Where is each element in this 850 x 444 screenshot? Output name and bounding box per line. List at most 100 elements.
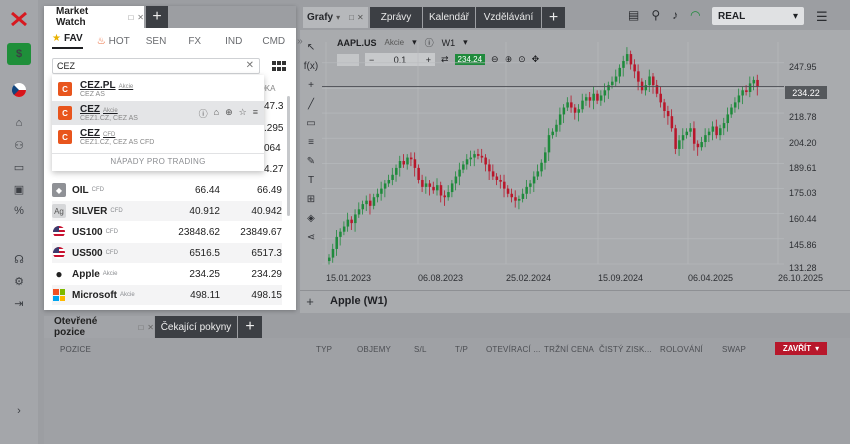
cursor-icon[interactable]: ↖ (307, 42, 315, 53)
ask-price[interactable]: 23849.67 (240, 227, 282, 238)
rectangle-icon[interactable]: ▭ (306, 118, 315, 129)
add-tab-button[interactable]: + (542, 7, 565, 28)
text-icon[interactable]: T (308, 175, 314, 186)
bid-price[interactable]: 40.912 (189, 206, 220, 217)
close-icon[interactable]: ✕ (137, 13, 144, 22)
market-icon[interactable]: ⌂ (214, 107, 219, 120)
czech-flag-icon[interactable] (7, 79, 31, 101)
candle (696, 143, 700, 148)
list-item[interactable]: Microsoft Akcie 498.11 498.15 (52, 285, 282, 305)
more-tabs-icon[interactable]: » (297, 36, 303, 47)
add-chart-button[interactable]: + (300, 294, 320, 309)
close-all-button[interactable]: ZAVŘÍT ▾ (775, 342, 827, 355)
info-icon[interactable]: ⓘ (199, 107, 208, 120)
window-icon[interactable]: □ (138, 323, 143, 332)
news-icon[interactable]: ▣ (7, 178, 31, 200)
add-panel-button[interactable]: + (238, 316, 262, 338)
settings-icon[interactable]: ⚙ (7, 270, 31, 292)
list-item[interactable]: ◆ OIL CFD 66.44 66.49 (52, 180, 282, 200)
hamburger-menu-icon[interactable]: ☰ (816, 9, 828, 25)
trading-ideas-link[interactable]: NÁPADY PRO TRADING (52, 153, 264, 169)
list-item[interactable]: US100 CFD 23848.62 23849.67 (52, 222, 282, 242)
account-select[interactable]: REAL ▾ (712, 7, 804, 25)
tab-open-positions[interactable]: Otevřené pozice □ ✕ (44, 316, 154, 338)
candle (607, 85, 610, 91)
expand-sidebar-icon[interactable]: › (7, 400, 31, 422)
crosshair-icon[interactable]: + (308, 80, 314, 91)
tab-news[interactable]: Zprávy (370, 7, 422, 28)
bid-price[interactable]: 23848.62 (178, 227, 220, 238)
close-icon[interactable]: ✕ (147, 323, 154, 332)
fibonacci-icon[interactable]: ≡ (308, 137, 314, 148)
layout-icon[interactable]: ▤ (628, 8, 639, 22)
price-chart[interactable] (322, 42, 784, 272)
candle (584, 97, 588, 101)
ask-price[interactable]: 6517.3 (251, 248, 282, 259)
tab-cmd[interactable]: CMD (262, 36, 285, 47)
tab-hot[interactable]: ♨ HOT (97, 36, 130, 47)
search-result-item[interactable]: C CEZ Akcie CEZ1.CZ, CEZ AS ⓘ ⌂ ⊕ ☆ ≡ (52, 101, 264, 125)
tab-pending-orders[interactable]: Čekající pokyny (155, 316, 237, 338)
tab-sen[interactable]: SEN (146, 36, 167, 47)
add-tab-button[interactable]: + (146, 6, 168, 28)
search-input[interactable]: CEZ ✕ (52, 58, 260, 74)
chart-toolbar: ↖ f(x) + ╱ ▭ ≡ ✎ T ⊞ ◈ ⋖ (302, 32, 320, 282)
layers-icon[interactable]: ◈ (307, 213, 315, 224)
bid-price[interactable]: 234.25 (189, 269, 220, 280)
ask-price[interactable]: 234.29 (251, 269, 282, 280)
wallet-button[interactable]: $ (7, 43, 31, 65)
share-icon[interactable]: ⋖ (307, 232, 315, 243)
star-icon[interactable]: ☆ (239, 107, 247, 120)
chart-icon[interactable]: ⊕ (225, 107, 233, 120)
window-icon[interactable]: □ (128, 13, 133, 22)
bid-price[interactable]: 6516.5 (189, 248, 220, 259)
tab-calendar[interactable]: Kalendář (423, 7, 475, 28)
ruler-icon[interactable]: ⊞ (307, 194, 315, 205)
headset-icon[interactable]: ☊ (7, 248, 31, 270)
brush-icon[interactable]: ✎ (307, 156, 315, 167)
bell-icon[interactable]: ♪ (672, 8, 678, 22)
percent-icon[interactable]: % (7, 200, 31, 222)
logout-icon[interactable]: ⇥ (7, 292, 31, 314)
ask-price[interactable]: 498.15 (251, 290, 282, 301)
home-icon[interactable]: ⌂ (7, 112, 31, 134)
search-result-item[interactable]: C CEZ.PL Akcie CEZ AS (52, 77, 264, 101)
tools-icon[interactable]: ⚲ (651, 8, 660, 22)
candle (439, 185, 443, 196)
indicator-icon[interactable]: f(x) (304, 61, 318, 72)
search-result-item[interactable]: C CEZ CFD CEZ1.CZ, CEZ AS CFD (52, 125, 264, 149)
tab-ind[interactable]: IND (225, 36, 242, 47)
search-results-dropdown: C CEZ.PL Akcie CEZ AS C CEZ Akcie CEZ1.CZ,… (52, 75, 264, 171)
tab-charts-label: Grafy (307, 12, 334, 23)
tab-fx[interactable]: FX (188, 36, 201, 47)
card-icon[interactable]: ▭ (7, 156, 31, 178)
portfolio-icon[interactable]: ⚇ (7, 134, 31, 156)
list-item[interactable]: Ag SILVER CFD 40.912 40.942 (52, 201, 282, 221)
trendline-icon[interactable]: ╱ (308, 99, 314, 110)
candle (417, 167, 420, 180)
tab-market-watch[interactable]: Market Watch □ ✕ (44, 6, 144, 28)
tab-education[interactable]: Vzdělávání (476, 7, 541, 28)
add-to-list-icon[interactable]: ≡ (253, 107, 258, 120)
tab-fav[interactable]: ★ FAV (52, 33, 83, 49)
close-icon[interactable]: ✕ (357, 13, 364, 22)
chart-footer: + Apple (W1) (300, 290, 850, 311)
list-item[interactable]: US500 CFD 6516.5 6517.3 (52, 243, 282, 263)
candle (350, 219, 353, 224)
dropdown-icon[interactable]: ▾ (336, 13, 340, 22)
scrollbar[interactable] (287, 96, 290, 216)
candle (700, 142, 703, 148)
bid-price[interactable]: 498.11 (190, 290, 220, 301)
grid-view-icon[interactable] (272, 61, 286, 71)
candle (346, 219, 350, 227)
candle (547, 135, 551, 153)
candle (428, 183, 432, 187)
bid-price[interactable]: 66.44 (195, 185, 220, 196)
ask-price[interactable]: 40.942 (251, 206, 282, 217)
window-icon[interactable]: □ (349, 13, 354, 22)
tab-charts[interactable]: Grafy ▾ □ ✕ (303, 7, 368, 28)
clear-search-icon[interactable]: ✕ (246, 60, 254, 71)
instrument-tag: CFD (91, 187, 105, 193)
ask-price[interactable]: 66.49 (257, 185, 282, 196)
list-item[interactable]: ● Apple Akcie 234.25 234.29 (52, 264, 282, 284)
